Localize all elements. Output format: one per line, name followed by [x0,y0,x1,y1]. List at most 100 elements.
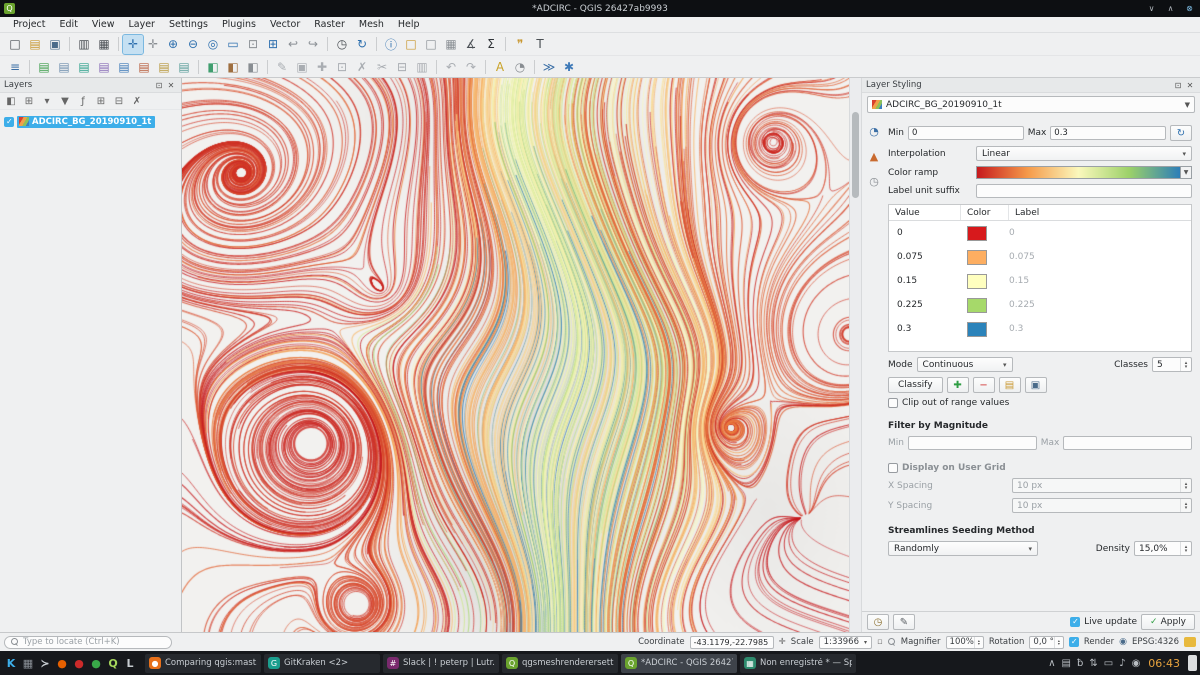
undo-icon[interactable]: ↶ [441,57,461,76]
open-attribute-table-icon[interactable]: ▦ [441,35,461,54]
class-row[interactable]: 0.3 0.3 [889,317,1191,341]
konsole-icon[interactable]: ≻ [37,654,53,672]
remove-class-icon[interactable]: − [973,377,995,393]
zoom-to-layer-icon[interactable]: ⊞ [263,35,283,54]
layer-tree-item[interactable]: ADCIRC_BG_20190910_1t [4,114,181,129]
new-layout-icon[interactable]: ▥ [74,35,94,54]
manage-map-themes-icon[interactable]: ▾ [39,94,55,109]
zoom-out-icon[interactable]: ⊖ [183,35,203,54]
rotation-spinner[interactable]: 0,0 ° [1029,636,1063,649]
pager-icon[interactable]: ▦ [20,654,36,672]
min-value-input[interactable] [908,126,1024,140]
mesh-symbology-tab-icon[interactable]: ◔ [866,123,882,139]
refresh-map-icon[interactable]: ↻ [352,35,372,54]
class-row[interactable]: 0.225 0.225 [889,293,1191,317]
filter-legend-icon[interactable]: ▼ [57,94,73,109]
add-vector-layer-icon[interactable]: ▤ [34,57,54,76]
green-app-icon[interactable]: ● [88,654,104,672]
class-color-swatch[interactable] [967,226,987,241]
menu-item[interactable]: Vector [263,18,307,31]
coordinate-input[interactable] [690,636,774,649]
spinner-arrows-icon[interactable] [1054,637,1063,648]
taskbar-task[interactable]: ▦ Non enregistré * — Sp... [740,654,856,673]
menu-item[interactable]: Settings [162,18,215,31]
zoom-to-selection-icon[interactable]: ⊡ [243,35,263,54]
add-delimited-text-layer-icon[interactable]: ▤ [94,57,114,76]
taskbar-task[interactable]: ● Comparing qgis:mast... [145,654,261,673]
class-color-swatch[interactable] [967,250,987,265]
bluetooth-icon[interactable]: ƀ [1077,658,1083,669]
filter-min-input[interactable] [908,436,1037,450]
locate-search-input[interactable]: Type to locate (Ctrl+K) [4,636,172,649]
menu-item[interactable]: Raster [307,18,352,31]
lock-scale-icon[interactable]: ▫ [877,637,883,647]
toggle-editing-icon[interactable]: ✎ [272,57,292,76]
y-spacing-spinner[interactable]: 10 px [1012,498,1192,513]
mic-icon[interactable]: ◉ [1132,658,1141,669]
mesh-3d-tab-icon[interactable]: ▲ [866,148,882,164]
filter-expression-icon[interactable]: ƒ [75,94,91,109]
network-icon[interactable]: ⇅ [1089,658,1097,669]
live-update-checkbox[interactable] [1070,617,1080,627]
display-icon[interactable]: ▭ [1104,658,1113,669]
menu-item[interactable]: Edit [53,18,85,31]
taskbar-task[interactable]: Q *ADCIRC - QGIS 26427... [621,654,737,673]
zoom-next-icon[interactable]: ↪ [303,35,323,54]
color-ramp-select[interactable]: ▼ [976,166,1192,179]
layout-manager-icon[interactable]: ▦ [94,35,114,54]
spinner-arrows-icon[interactable] [1180,542,1191,555]
class-row[interactable]: 0.15 0.15 [889,269,1191,293]
python-console-icon[interactable]: ≫ [539,57,559,76]
add-raster-layer-icon[interactable]: ▤ [54,57,74,76]
qgis-launcher-icon[interactable]: Q [105,654,121,672]
save-project-icon[interactable]: ▣ [45,35,65,54]
class-color-swatch[interactable] [967,298,987,313]
save-layer-edits-icon[interactable]: ▣ [292,57,312,76]
paste-features-icon[interactable]: ▥ [412,57,432,76]
menu-item[interactable]: View [85,18,122,31]
mode-select[interactable]: Continuous [917,357,1013,372]
max-value-input[interactable] [1050,126,1166,140]
statistical-summary-icon[interactable]: Σ [481,35,501,54]
float-panel-icon[interactable]: ⊡ [153,79,165,91]
selected-layer[interactable]: ADCIRC_BG_20190910_1t [17,116,155,128]
add-spatialite-layer-icon[interactable]: ▤ [134,57,154,76]
expand-all-icon[interactable]: ⊞ [93,94,109,109]
add-class-icon[interactable]: ✚ [947,377,969,393]
red-app-icon[interactable]: ● [71,654,87,672]
layer-diagram-icon[interactable]: ◔ [510,57,530,76]
minimize-button[interactable]: ∨ [1145,2,1158,15]
add-xyz-layer-icon[interactable]: ▤ [174,57,194,76]
scrollbar-thumb[interactable] [852,112,859,198]
zoom-last-icon[interactable]: ↩ [283,35,303,54]
pan-to-selection-icon[interactable]: ✛ [143,35,163,54]
styling-layer-selector[interactable]: ADCIRC_BG_20190910_1t ▼ [867,96,1195,113]
labeling-icon[interactable]: A [490,57,510,76]
add-postgis-layer-icon[interactable]: ▤ [114,57,134,76]
app-menu-icon[interactable]: K [3,654,19,672]
deselect-features-icon[interactable]: □ [421,35,441,54]
classify-button[interactable]: Classify [888,377,943,393]
zoom-in-icon[interactable]: ⊕ [163,35,183,54]
seeding-method-select[interactable]: Randomly [888,541,1038,556]
spinner-arrows-icon[interactable] [974,637,983,648]
style-history-icon[interactable]: ◷ [867,614,889,630]
scale-select[interactable]: 1:33966 [819,636,872,649]
label-unit-suffix-input[interactable] [976,184,1192,198]
new-shapefile-layer-icon[interactable]: ◧ [223,57,243,76]
expand-tray-icon[interactable]: ∧ [1048,658,1055,669]
x-spacing-spinner[interactable]: 10 px [1012,478,1192,493]
clipboard-icon[interactable]: ▤ [1062,658,1071,669]
style-options-icon[interactable]: ✎ [893,614,915,630]
volume-icon[interactable]: ♪ [1119,658,1125,669]
density-spinner[interactable]: 15,0% [1134,541,1192,556]
add-feature-icon[interactable]: ✚ [312,57,332,76]
apply-button[interactable]: Apply [1141,614,1195,630]
classes-spinner[interactable]: 5 [1152,357,1192,372]
taskbar-task[interactable]: G GitKraken <2> [264,654,380,673]
save-classes-icon[interactable]: ▣ [1025,377,1047,393]
load-classes-icon[interactable]: ▤ [999,377,1021,393]
class-row[interactable]: 0 0 [889,221,1191,245]
select-features-icon[interactable]: □ [401,35,421,54]
redo-icon[interactable]: ↷ [461,57,481,76]
